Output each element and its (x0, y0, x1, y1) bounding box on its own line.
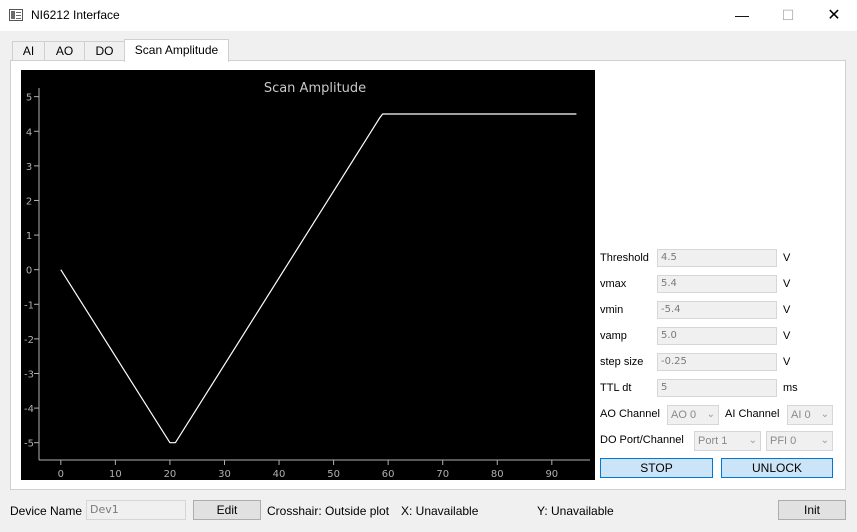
y-tick-label: -4 (24, 404, 34, 415)
minimize-button[interactable]: — (719, 0, 765, 31)
chevron-down-icon: ⌄ (706, 409, 715, 420)
x-tick-label: 40 (273, 469, 286, 480)
param-label-vmin: vmin (600, 304, 624, 316)
crosshair-status: Crosshair: Outside plot (267, 504, 390, 518)
do-port-value: Port 1 (698, 435, 728, 447)
tab-ai[interactable]: AI (12, 41, 45, 60)
threshold-input[interactable]: 4.5 (657, 249, 777, 267)
y-tick-label: -1 (24, 300, 34, 311)
x-tick-label: 30 (218, 469, 231, 480)
step-size-unit: V (783, 356, 791, 368)
x-tick-label: 50 (327, 469, 340, 480)
app-icon (9, 9, 23, 21)
y-tick-label: 0 (26, 266, 32, 277)
y-tick-label: -2 (24, 335, 34, 346)
ao-channel-label: AO Channel (600, 408, 660, 420)
y-tick-label: -5 (24, 439, 34, 450)
ttl-dt-input[interactable]: 5 (657, 379, 777, 397)
tab-ao[interactable]: AO (44, 41, 85, 60)
y-tick-label: 5 (26, 93, 32, 104)
x-tick-label: 0 (58, 469, 64, 480)
do-port-select[interactable]: Port 1 ⌄ (694, 431, 761, 451)
scan-amplitude-plot[interactable]: Scan Amplitude 5 4 3 2 1 0 -1 -2 -3 -4 -5 0 10 20 30 40… (21, 70, 595, 480)
chevron-down-icon: ⌄ (820, 409, 829, 420)
param-label-ttl-dt: TTL dt (600, 382, 632, 394)
x-tick-label: 20 (164, 469, 177, 480)
x-tick-label: 80 (491, 469, 504, 480)
window-title: NI6212 Interface (31, 8, 120, 22)
threshold-unit: V (783, 252, 791, 264)
ao-channel-value: AO 0 (671, 409, 697, 421)
vamp-unit: V (783, 330, 791, 342)
x-tick-label: 60 (382, 469, 395, 480)
param-label-step-size: step size (600, 356, 644, 368)
x-readout: X: Unavailable (401, 504, 479, 518)
ai-channel-select[interactable]: AI 0 ⌄ (787, 405, 833, 425)
chevron-down-icon: ⌄ (748, 435, 757, 446)
series-line (60, 113, 577, 444)
ai-channel-value: AI 0 (791, 409, 811, 421)
unlock-button[interactable]: UNLOCK (721, 458, 833, 478)
maximize-button[interactable]: ☐ (765, 0, 811, 31)
tab-do[interactable]: DO (84, 41, 125, 60)
vmax-unit: V (783, 278, 791, 290)
param-label-threshold: Threshold (600, 252, 649, 264)
vmin-input[interactable]: -5.4 (657, 301, 777, 319)
tab-scan-amplitude[interactable]: Scan Amplitude (124, 39, 229, 62)
edit-button[interactable]: Edit (193, 500, 261, 520)
close-button[interactable]: ✕ (811, 0, 857, 31)
y-readout: Y: Unavailable (537, 504, 614, 518)
param-label-vamp: vamp (600, 330, 627, 342)
stop-button[interactable]: STOP (600, 458, 713, 478)
x-tick-label: 70 (436, 469, 449, 480)
title-bar: NI6212 Interface — ☐ ✕ (0, 0, 857, 31)
vmin-unit: V (783, 304, 791, 316)
do-channel-select[interactable]: PFI 0 ⌄ (766, 431, 833, 451)
device-name-input[interactable]: Dev1 (86, 500, 186, 520)
x-tick-label: 90 (545, 469, 558, 480)
y-tick-label: 2 (26, 196, 32, 207)
plot-title: Scan Amplitude (264, 81, 366, 96)
ai-channel-label: AI Channel (725, 408, 780, 420)
y-tick-label: -3 (24, 369, 34, 380)
x-tick-label: 10 (109, 469, 122, 480)
do-channel-value: PFI 0 (770, 435, 797, 447)
ttl-dt-unit: ms (783, 382, 798, 394)
vmax-input[interactable]: 5.4 (657, 275, 777, 293)
chevron-down-icon: ⌄ (820, 435, 829, 446)
param-label-vmax: vmax (600, 278, 627, 290)
init-button[interactable]: Init (778, 500, 846, 520)
ao-channel-select[interactable]: AO 0 ⌄ (667, 405, 719, 425)
y-tick-label: 4 (26, 127, 32, 138)
y-tick-label: 1 (26, 231, 32, 242)
step-size-input[interactable]: -0.25 (657, 353, 777, 371)
plot-svg[interactable]: Scan Amplitude 543210-1-2-3-4-50 10 20 30 40… (21, 70, 595, 480)
y-tick-label: 3 (26, 162, 32, 173)
vamp-input[interactable]: 5.0 (657, 327, 777, 345)
do-port-channel-label: DO Port/Channel (600, 434, 684, 446)
device-name-label: Device Name (10, 504, 83, 518)
